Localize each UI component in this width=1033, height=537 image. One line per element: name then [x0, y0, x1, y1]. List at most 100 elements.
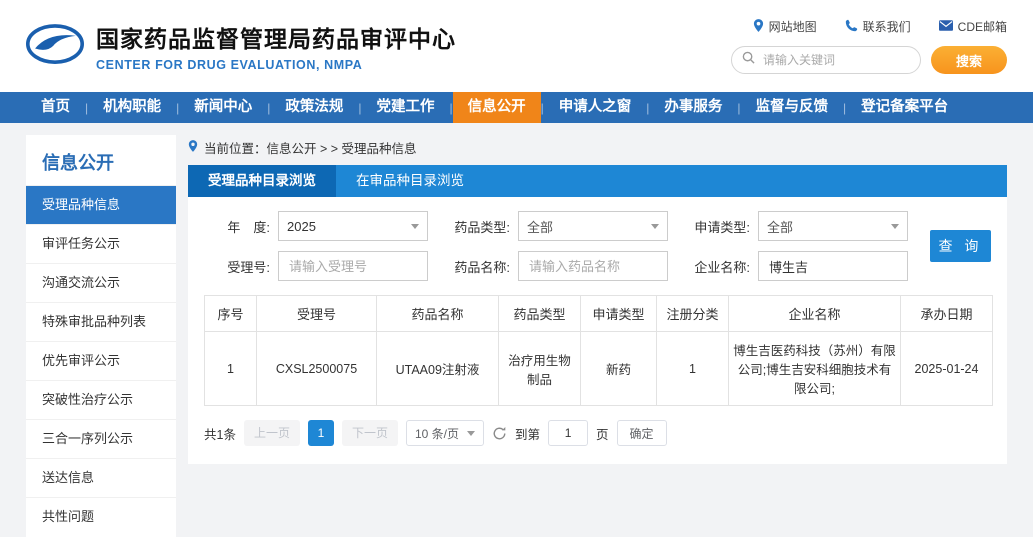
sidebar-item-delivery[interactable]: 送达信息	[26, 458, 176, 497]
page-size-value: 10 条/页	[415, 425, 459, 442]
link-mailbox-label: CDE邮箱	[958, 18, 1007, 35]
table-header-row: 序号 受理号 药品名称 药品类型 申请类型 注册分类 企业名称 承办日期	[205, 296, 993, 332]
drug-type-select[interactable]: 全部	[518, 211, 668, 241]
sidebar: 信息公开 受理品种信息 审评任务公示 沟通交流公示 特殊审批品种列表 优先审评公…	[26, 135, 176, 537]
quick-links: 网站地图 联系我们 CDE邮箱	[753, 18, 1007, 35]
cell-accept-no: CXSL2500075	[257, 332, 377, 406]
search-row: 搜索	[731, 46, 1007, 74]
sidebar-item-review-tasks[interactable]: 审评任务公示	[26, 224, 176, 263]
confirm-button[interactable]: 确定	[617, 420, 667, 446]
goto-label: 到第	[515, 424, 540, 443]
breadcrumb: 当前位置：信息公开 > > 受理品种信息	[188, 135, 1007, 159]
cell-reg-class: 1	[657, 332, 729, 406]
site-header: 国家药品监督管理局药品审评中心 CENTER FOR DRUG EVALUATI…	[0, 0, 1033, 92]
query-button[interactable]: 查 询	[930, 230, 991, 262]
col-index: 序号	[205, 296, 257, 332]
chevron-down-icon	[411, 224, 419, 233]
nav-item-services[interactable]: 办事服务	[649, 92, 737, 123]
sidebar-title: 信息公开	[26, 135, 176, 185]
sidebar-item-priority-review[interactable]: 优先审评公示	[26, 341, 176, 380]
apply-type-filter: 申请类型: 全部	[684, 211, 908, 241]
cell-date: 2025-01-24	[901, 332, 993, 406]
sidebar-item-common-issues[interactable]: 共性问题	[26, 497, 176, 536]
link-sitemap[interactable]: 网站地图	[753, 18, 817, 35]
phone-icon	[845, 19, 858, 35]
col-apply-type: 申请类型	[581, 296, 657, 332]
breadcrumb-text: 当前位置：信息公开 > > 受理品种信息	[204, 138, 417, 157]
apply-type-select[interactable]: 全部	[758, 211, 908, 241]
nav-item-org[interactable]: 机构职能	[88, 92, 176, 123]
drug-name-input[interactable]	[527, 258, 659, 275]
chevron-down-icon	[651, 224, 659, 233]
drug-name-field	[518, 251, 668, 281]
keyword-search-box	[731, 46, 921, 74]
goto-page-input[interactable]	[548, 420, 588, 446]
total-count: 共1条	[204, 424, 236, 443]
tab-under-review-catalog[interactable]: 在审品种目录浏览	[336, 165, 484, 197]
refresh-icon[interactable]	[492, 426, 507, 441]
nav-item-news[interactable]: 新闻中心	[179, 92, 267, 123]
accept-no-input[interactable]	[287, 258, 419, 275]
year-select[interactable]: 2025	[278, 211, 428, 241]
filter-form: 年 度: 2025 药品类型: 全部	[204, 211, 991, 281]
nav-item-registration[interactable]: 登记备案平台	[846, 92, 963, 123]
year-value: 2025	[287, 219, 316, 234]
site-subtitle: CENTER FOR DRUG EVALUATION, NMPA	[96, 58, 456, 72]
link-contact[interactable]: 联系我们	[845, 18, 911, 35]
drug-type-label: 药品类型:	[444, 217, 510, 236]
drug-type-filter: 药品类型: 全部	[444, 211, 668, 241]
search-button[interactable]: 搜索	[931, 46, 1007, 74]
col-drug-type: 药品类型	[499, 296, 581, 332]
link-contact-label: 联系我们	[863, 18, 911, 35]
header-right: 网站地图 联系我们 CDE邮箱	[731, 18, 1007, 74]
accept-no-filter: 受理号:	[204, 251, 428, 281]
nav-item-feedback[interactable]: 监督与反馈	[741, 92, 844, 123]
panel-body: 年 度: 2025 药品类型: 全部	[188, 197, 1007, 464]
col-accept-no: 受理号	[257, 296, 377, 332]
page: 国家药品监督管理局药品审评中心 CENTER FOR DRUG EVALUATI…	[0, 0, 1033, 537]
location-icon	[753, 19, 764, 35]
brand-text: 国家药品监督管理局药品审评中心 CENTER FOR DRUG EVALUATI…	[96, 20, 456, 72]
nav-item-home[interactable]: 首页	[26, 92, 85, 123]
chevron-down-icon	[891, 224, 899, 233]
year-filter: 年 度: 2025	[204, 211, 428, 241]
nav-item-applicant[interactable]: 申请人之窗	[544, 92, 647, 123]
sidebar-item-communication[interactable]: 沟通交流公示	[26, 263, 176, 302]
next-page-button[interactable]: 下一页	[342, 420, 398, 446]
col-reg-class: 注册分类	[657, 296, 729, 332]
cell-drug-type: 治疗用生物制品	[499, 332, 581, 406]
accept-no-label: 受理号:	[204, 257, 270, 276]
prev-page-button[interactable]: 上一页	[244, 420, 300, 446]
location-icon	[188, 140, 198, 155]
accept-no-field	[278, 251, 428, 281]
search-input[interactable]	[761, 52, 920, 68]
page-size-select[interactable]: 10 条/页	[406, 420, 484, 446]
col-date: 承办日期	[901, 296, 993, 332]
nav-item-info-disclosure[interactable]: 信息公开	[453, 92, 541, 123]
main-area: 当前位置：信息公开 > > 受理品种信息 受理品种目录浏览 在审品种目录浏览 年…	[188, 135, 1007, 537]
table-row: 1 CXSL2500075 UTAA09注射液 治疗用生物制品 新药 1 博生吉…	[205, 332, 993, 406]
cde-logo-icon	[26, 23, 84, 70]
filter-row-2: 受理号: 药品名称:	[204, 251, 924, 281]
sidebar-item-three-in-one[interactable]: 三合一序列公示	[26, 419, 176, 458]
cell-company: 博生吉医药科技（苏州）有限公司;博生吉安科细胞技术有限公司;	[729, 332, 901, 406]
link-mailbox[interactable]: CDE邮箱	[939, 18, 1007, 35]
company-filter: 企业名称:	[684, 251, 908, 281]
sidebar-item-accepted-varieties[interactable]: 受理品种信息	[26, 185, 176, 224]
chevron-down-icon	[467, 431, 475, 440]
nav-item-policy[interactable]: 政策法规	[270, 92, 358, 123]
cell-apply-type: 新药	[581, 332, 657, 406]
results-panel: 受理品种目录浏览 在审品种目录浏览 年 度: 2025	[188, 165, 1007, 464]
brand[interactable]: 国家药品监督管理局药品审评中心 CENTER FOR DRUG EVALUATI…	[26, 20, 456, 72]
sidebar-item-special-approval[interactable]: 特殊审批品种列表	[26, 302, 176, 341]
company-input[interactable]	[767, 258, 899, 275]
mail-icon	[939, 20, 953, 34]
link-sitemap-label: 网站地图	[769, 18, 817, 35]
filter-row-1: 年 度: 2025 药品类型: 全部	[204, 211, 924, 241]
sidebar-item-breakthrough[interactable]: 突破性治疗公示	[26, 380, 176, 419]
tab-accepted-catalog[interactable]: 受理品种目录浏览	[188, 165, 336, 197]
nav-item-party[interactable]: 党建工作	[362, 92, 450, 123]
tabbar: 受理品种目录浏览 在审品种目录浏览	[188, 165, 1007, 197]
page-number-1[interactable]: 1	[308, 420, 334, 446]
filter-rows: 年 度: 2025 药品类型: 全部	[204, 211, 924, 281]
